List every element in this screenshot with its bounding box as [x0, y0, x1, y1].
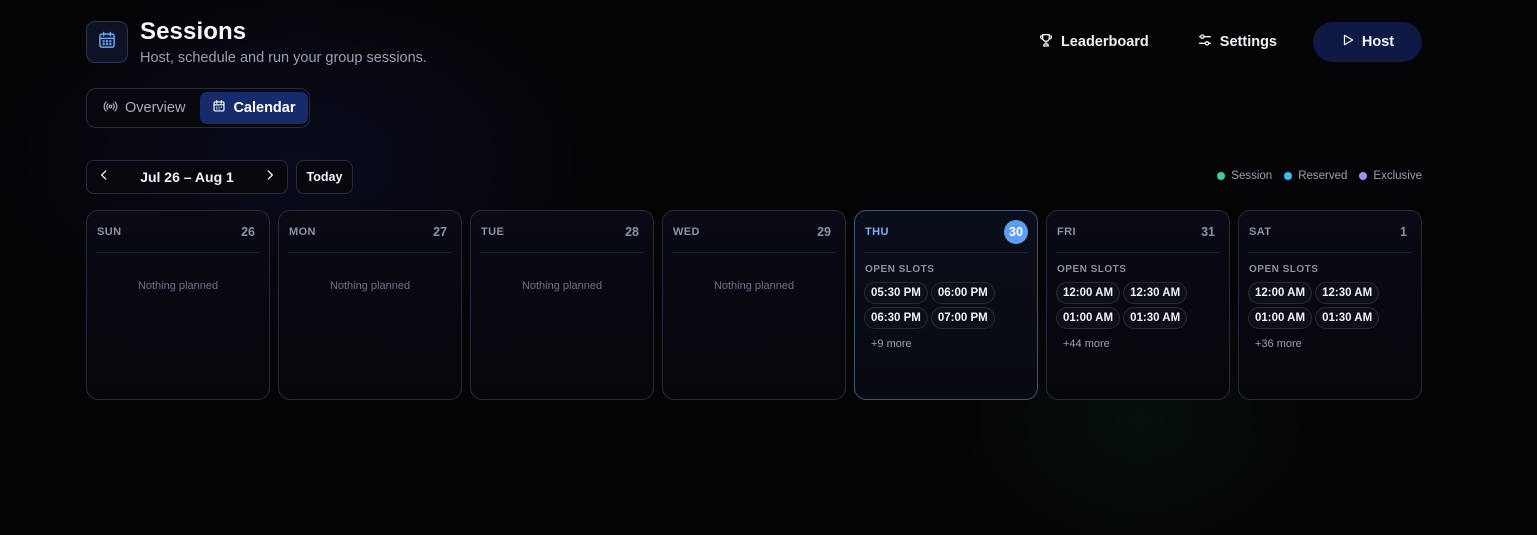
chevron-left-icon[interactable] — [97, 168, 111, 187]
host-label: Host — [1361, 34, 1395, 50]
day-card-mon[interactable]: MON 27 Nothing planned — [278, 210, 462, 400]
time-slot[interactable]: 12:30 AM — [1123, 282, 1188, 304]
legend-label: Session — [1231, 170, 1273, 182]
open-slots-label: OPEN SLOTS — [1057, 264, 1127, 275]
day-card-thu[interactable]: THU 30 OPEN SLOTS 05:30 PM 06:00 PM 06:3… — [854, 210, 1038, 400]
legend-item-exclusive: Exclusive — [1359, 170, 1422, 182]
day-name: THU — [865, 225, 889, 238]
tab-calendar-label: Calendar — [233, 100, 296, 116]
time-slot[interactable]: 12:00 AM — [1248, 282, 1313, 304]
legend-item-session: Session — [1217, 170, 1272, 182]
day-card-sat[interactable]: SAT 1 OPEN SLOTS 12:00 AM 12:30 AM 01:00… — [1238, 210, 1422, 400]
tab-overview[interactable]: Overview — [90, 92, 198, 124]
sliders-icon — [1197, 32, 1213, 52]
legend-label: Reserved — [1298, 170, 1348, 182]
day-card-wed[interactable]: WED 29 Nothing planned — [662, 210, 846, 400]
open-slots-label: OPEN SLOTS — [865, 264, 935, 275]
empty-state: Nothing planned — [521, 280, 603, 292]
page-subtitle: Host, schedule and run your group sessio… — [140, 50, 427, 66]
empty-state: Nothing planned — [137, 280, 219, 292]
sessions-logo — [86, 21, 128, 63]
empty-state: Nothing planned — [329, 280, 411, 292]
time-slot[interactable]: 01:30 AM — [1315, 307, 1380, 329]
time-slot[interactable]: 01:30 AM — [1123, 307, 1188, 329]
more-slots-link[interactable]: +36 more — [1255, 338, 1412, 350]
day-header: FRI 31 — [1056, 211, 1220, 253]
more-slots-link[interactable]: +9 more — [871, 338, 1028, 350]
day-name: FRI — [1057, 225, 1076, 238]
day-card-tue[interactable]: TUE 28 Nothing planned — [470, 210, 654, 400]
chevron-right-icon[interactable] — [263, 168, 277, 187]
slot-list: 12:00 AM 12:30 AM 01:00 AM 01:30 AM — [1056, 282, 1226, 329]
calendar-icon — [212, 99, 226, 117]
day-name: SUN — [97, 225, 122, 238]
day-header: MON 27 — [288, 211, 452, 253]
trophy-icon — [1038, 32, 1054, 52]
time-slot[interactable]: 07:00 PM — [930, 307, 995, 329]
tab-overview-label: Overview — [125, 100, 186, 116]
time-slot[interactable]: 05:30 PM — [864, 282, 928, 304]
time-slot[interactable]: 01:00 AM — [1056, 307, 1121, 329]
day-header: TUE 28 — [480, 211, 644, 253]
sessions-app: Sessions Host, schedule and run your gro… — [86, 0, 1422, 535]
time-slot[interactable]: 01:00 AM — [1248, 307, 1313, 329]
week-navigator: Jul 26 – Aug 1 — [86, 160, 288, 194]
page-header: Sessions Host, schedule and run your gro… — [86, 18, 1422, 66]
leaderboard-label: Leaderboard — [1060, 34, 1149, 50]
legend-item-reserved: Reserved — [1284, 170, 1347, 182]
exclusive-dot — [1359, 172, 1368, 180]
broadcast-icon — [103, 99, 118, 118]
time-slot[interactable]: 06:30 PM — [864, 307, 928, 329]
today-button[interactable]: Today — [296, 160, 353, 194]
time-slot[interactable]: 12:00 AM — [1056, 282, 1121, 304]
day-name: WED — [673, 225, 700, 238]
day-number: 29 — [817, 224, 831, 239]
header-actions: Leaderboard Settings Host — [1018, 22, 1422, 62]
day-card-sun[interactable]: SUN 26 Nothing planned — [86, 210, 270, 400]
host-button[interactable]: Host — [1313, 22, 1422, 62]
tab-calendar[interactable]: Calendar — [200, 92, 308, 124]
empty-state: Nothing planned — [713, 280, 795, 292]
day-number: 27 — [433, 224, 447, 239]
day-header: THU 30 — [864, 211, 1028, 253]
reserved-dot — [1284, 172, 1293, 180]
day-number: 26 — [241, 224, 255, 239]
time-slot[interactable]: 12:30 AM — [1315, 282, 1380, 304]
play-icon — [1341, 33, 1355, 51]
legend-label: Exclusive — [1373, 170, 1422, 182]
day-name: SAT — [1249, 225, 1272, 238]
week-range-label: Jul 26 – Aug 1 — [140, 169, 234, 185]
leaderboard-button[interactable]: Leaderboard — [1018, 22, 1169, 62]
day-name: TUE — [481, 225, 505, 238]
day-number: 1 — [1400, 224, 1407, 239]
day-header: WED 29 — [672, 211, 836, 253]
session-dot — [1217, 172, 1226, 180]
day-name: MON — [289, 225, 316, 238]
week-grid: SUN 26 Nothing planned MON 27 Nothing pl… — [86, 210, 1422, 400]
day-header: SAT 1 — [1248, 211, 1412, 253]
day-number: 31 — [1201, 224, 1215, 239]
slot-list: 12:00 AM 12:30 AM 01:00 AM 01:30 AM — [1248, 282, 1418, 329]
legend: Session Reserved Exclusive — [1217, 170, 1422, 182]
settings-button[interactable]: Settings — [1177, 22, 1297, 62]
today-number-badge: 30 — [1004, 219, 1028, 244]
slot-list: 05:30 PM 06:00 PM 06:30 PM 07:00 PM — [864, 282, 1034, 329]
day-header: SUN 26 — [96, 211, 260, 253]
day-number: 28 — [625, 224, 639, 239]
day-card-fri[interactable]: FRI 31 OPEN SLOTS 12:00 AM 12:30 AM 01:0… — [1046, 210, 1230, 400]
view-tabs: Overview Calendar — [86, 88, 310, 128]
time-slot[interactable]: 06:00 PM — [930, 282, 995, 304]
calendar-icon — [97, 30, 117, 55]
open-slots-label: OPEN SLOTS — [1249, 264, 1319, 275]
page-title: Sessions — [140, 18, 247, 45]
settings-label: Settings — [1219, 34, 1277, 50]
more-slots-link[interactable]: +44 more — [1063, 338, 1220, 350]
